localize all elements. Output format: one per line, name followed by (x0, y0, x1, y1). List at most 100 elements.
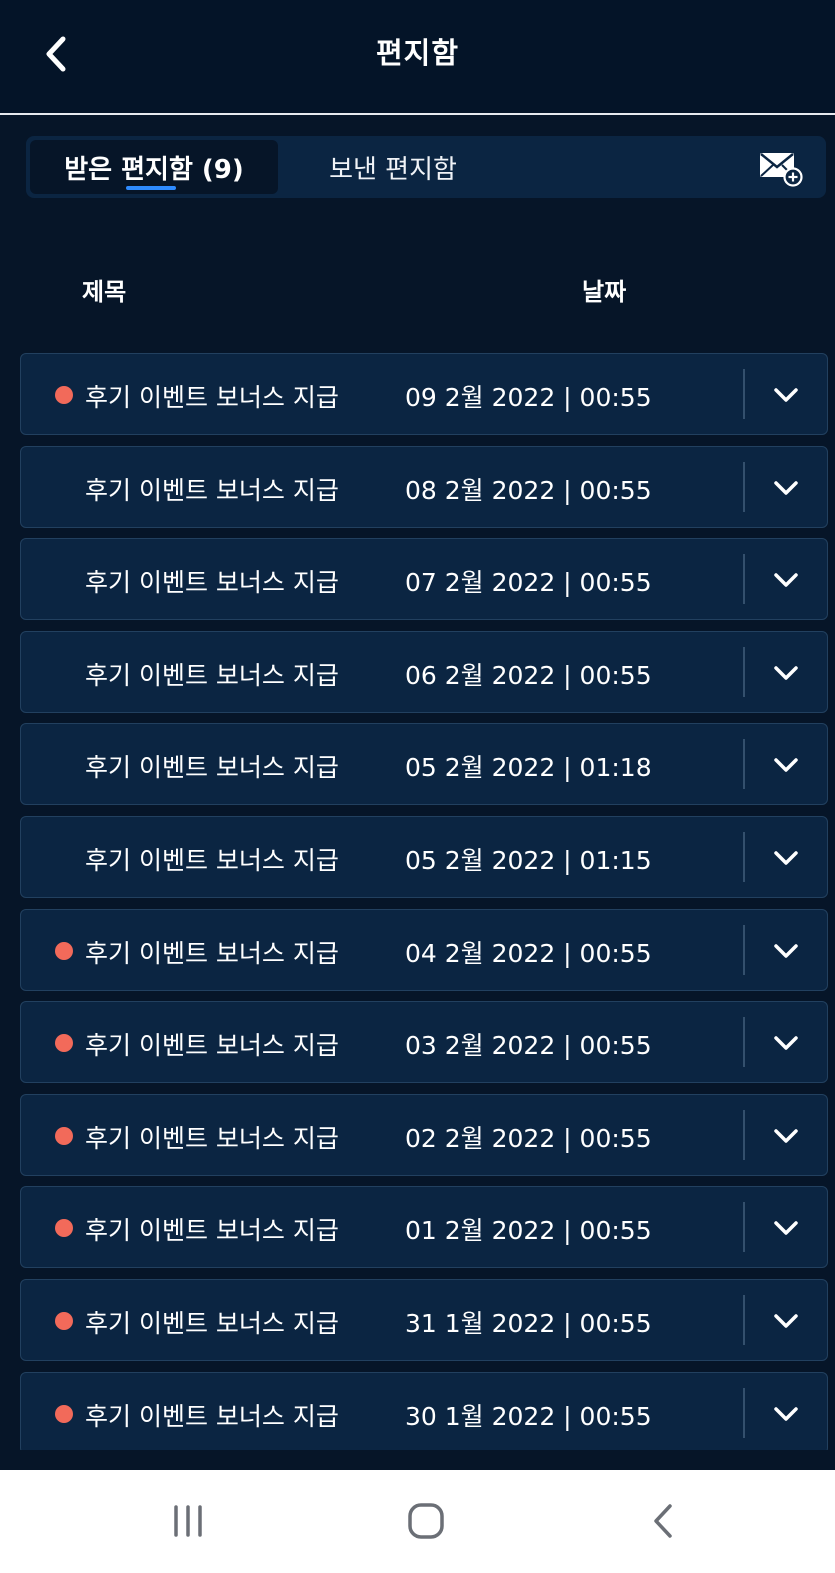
mail-subject: 후기 이벤트 보너스 지급 (85, 1309, 339, 1338)
home-icon (408, 1503, 444, 1539)
mail-row[interactable]: 후기 이벤트 보너스 지급 30 1월 2022 | 00:55 (20, 1371, 828, 1450)
expand-toggle[interactable] (761, 555, 811, 605)
mail-subject: 후기 이벤트 보너스 지급 (85, 383, 339, 412)
chevron-down-icon (774, 1129, 798, 1143)
mail-subject: 후기 이벤트 보너스 지급 (85, 753, 339, 783)
chevron-down-icon (774, 943, 798, 958)
mail-date: 07 2월 2022 | 00:55 (405, 568, 652, 598)
column-header-subject: 제목 (82, 278, 127, 306)
chevron-down-icon (774, 388, 798, 402)
row-divider (743, 646, 745, 697)
unread-indicator (55, 1312, 73, 1330)
mail-date: 05 2월 2022 | 01:18 (405, 753, 652, 783)
expand-toggle[interactable] (761, 648, 811, 698)
app-root: 편지함 받은 편지함 (9) 보낸 편지함 제목 날짜 후기 이벤트 보너스 지… (0, 0, 835, 1573)
unread-indicator (55, 1219, 73, 1238)
mail-subject: 후기 이벤트 보너스 지급 (85, 568, 339, 598)
chevron-down-icon (774, 573, 798, 587)
mail-date: 06 2월 2022 | 00:55 (405, 660, 652, 690)
mail-date: 30 1월 2022 | 00:55 (405, 1401, 652, 1431)
row-divider (743, 924, 745, 975)
mail-row[interactable]: 후기 이벤트 보너스 지급 06 2월 2022 | 00:55 (20, 630, 828, 713)
mail-date: 31 1월 2022 | 00:55 (405, 1309, 652, 1338)
mail-subject: 후기 이벤트 보너스 지급 (85, 1123, 339, 1153)
chevron-down-icon (774, 1314, 798, 1328)
expand-toggle[interactable] (761, 370, 811, 420)
system-navigation-bar (0, 1470, 835, 1573)
row-divider (743, 1387, 745, 1438)
chevron-down-icon (774, 851, 798, 865)
mail-date: 08 2월 2022 | 00:55 (405, 475, 652, 505)
mail-date: 09 2월 2022 | 00:55 (405, 383, 652, 412)
row-divider (743, 1017, 745, 1068)
mail-row[interactable]: 후기 이벤트 보너스 지급 05 2월 2022 | 01:15 (20, 816, 828, 898)
tab-sent-label: 보낸 편지함 (329, 154, 457, 185)
row-divider (743, 369, 745, 419)
compose-mail-icon (760, 153, 803, 187)
chevron-down-icon (774, 666, 798, 680)
row-divider (743, 1202, 745, 1253)
unread-indicator (55, 1404, 73, 1423)
mail-row[interactable]: 후기 이벤트 보너스 지급 09 2월 2022 | 00:55 (20, 353, 828, 435)
row-divider (743, 1295, 745, 1345)
tab-bar: 받은 편지함 (9) 보낸 편지함 (26, 136, 826, 198)
expand-toggle[interactable] (761, 833, 811, 883)
mail-row[interactable]: 후기 이벤트 보너스 지급 08 2월 2022 | 00:55 (20, 445, 828, 528)
chevron-down-icon (774, 1036, 798, 1050)
expand-toggle[interactable] (761, 740, 811, 790)
mail-subject: 후기 이벤트 보너스 지급 (85, 475, 339, 505)
chevron-down-icon (774, 1221, 798, 1236)
unread-indicator (55, 1126, 73, 1145)
active-tab-indicator (126, 186, 176, 190)
row-divider (743, 461, 745, 512)
mail-row[interactable]: 후기 이벤트 보너스 지급 31 1월 2022 | 00:55 (20, 1279, 828, 1361)
system-back-button[interactable] (634, 1496, 694, 1546)
chevron-down-icon (774, 1406, 798, 1421)
row-divider (743, 832, 745, 882)
row-divider (743, 554, 745, 605)
mail-subject: 후기 이벤트 보너스 지급 (85, 660, 339, 690)
expand-toggle[interactable] (761, 1018, 811, 1068)
header: 편지함 (0, 0, 835, 115)
expand-toggle[interactable] (761, 1203, 811, 1253)
recent-apps-icon (174, 1505, 202, 1537)
unread-indicator (55, 386, 73, 404)
mail-row[interactable]: 후기 이벤트 보너스 지급 02 2월 2022 | 00:55 (20, 1093, 828, 1176)
mail-subject: 후기 이벤트 보너스 지급 (85, 846, 339, 875)
mail-row[interactable]: 후기 이벤트 보너스 지급 04 2월 2022 | 00:55 (20, 908, 828, 991)
mail-date: 03 2월 2022 | 00:55 (405, 1031, 652, 1061)
mail-row[interactable]: 후기 이벤트 보너스 지급 05 2월 2022 | 01:18 (20, 723, 828, 806)
mail-subject: 후기 이벤트 보너스 지급 (85, 1216, 339, 1246)
home-button[interactable] (396, 1496, 456, 1546)
row-divider (743, 739, 745, 790)
mail-date: 04 2월 2022 | 00:55 (405, 938, 652, 968)
page-title: 편지함 (375, 36, 460, 70)
mail-date: 05 2월 2022 | 01:15 (405, 846, 652, 875)
chevron-down-icon (774, 758, 798, 773)
tab-inbox-label: 받은 편지함 (9) (64, 154, 244, 185)
expand-toggle[interactable] (761, 1111, 811, 1161)
column-header-date: 날짜 (582, 278, 627, 306)
mail-row[interactable]: 후기 이벤트 보너스 지급 03 2월 2022 | 00:55 (20, 1001, 828, 1084)
recent-apps-button[interactable] (158, 1496, 218, 1546)
back-icon (654, 1504, 672, 1538)
compose-button[interactable] (758, 148, 804, 188)
mail-date: 02 2월 2022 | 00:55 (405, 1123, 652, 1153)
unread-indicator (55, 1034, 73, 1053)
mail-subject: 후기 이벤트 보너스 지급 (85, 1031, 339, 1061)
mail-row[interactable]: 후기 이벤트 보너스 지급 07 2월 2022 | 00:55 (20, 538, 828, 621)
chevron-down-icon (774, 480, 798, 495)
expand-toggle[interactable] (761, 1389, 811, 1439)
expand-toggle[interactable] (761, 463, 811, 513)
tab-sent[interactable]: 보낸 편지함 (298, 140, 488, 194)
mail-row[interactable]: 후기 이벤트 보너스 지급 01 2월 2022 | 00:55 (20, 1186, 828, 1269)
mail-subject: 후기 이벤트 보너스 지급 (85, 938, 339, 968)
mail-date: 01 2월 2022 | 00:55 (405, 1216, 652, 1246)
row-divider (743, 1109, 745, 1160)
mail-list: 후기 이벤트 보너스 지급 09 2월 2022 | 00:55 후기 이벤트 보너… (20, 353, 828, 1450)
tab-inbox[interactable]: 받은 편지함 (9) (30, 140, 278, 194)
mail-subject: 후기 이벤트 보너스 지급 (85, 1401, 339, 1431)
expand-toggle[interactable] (761, 1296, 811, 1346)
unread-indicator (55, 941, 73, 960)
expand-toggle[interactable] (761, 926, 811, 976)
